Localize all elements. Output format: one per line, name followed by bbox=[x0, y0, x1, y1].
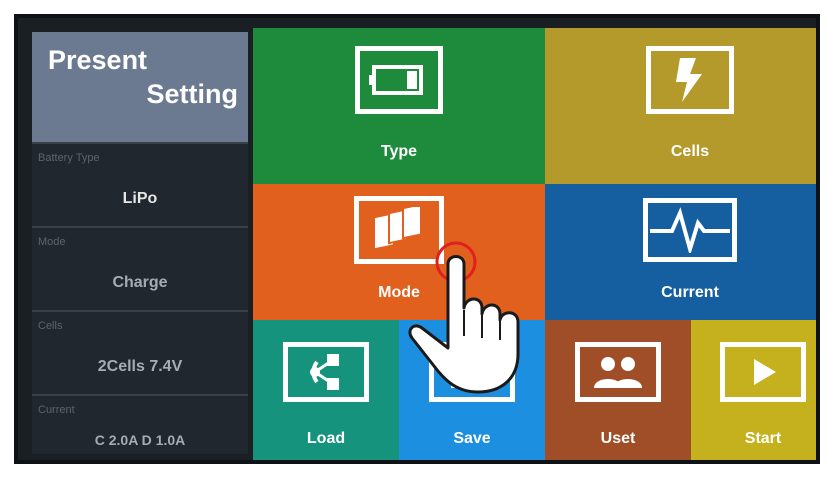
pointing-hand-icon bbox=[408, 241, 520, 394]
uset-tile[interactable]: Uset bbox=[545, 320, 691, 460]
waveform-icon bbox=[643, 198, 737, 262]
play-icon bbox=[720, 342, 806, 402]
battery-type-caption: Battery Type bbox=[38, 152, 100, 164]
mode-caption: Mode bbox=[38, 236, 66, 248]
cells-value: 2Cells 7.4V bbox=[97, 358, 183, 375]
cells-caption: Cells bbox=[38, 320, 63, 332]
current-tile[interactable]: Current bbox=[545, 184, 816, 320]
uset-label: Uset bbox=[600, 430, 636, 447]
battery-icon bbox=[355, 46, 443, 114]
battery-type-value: LiPo bbox=[122, 190, 158, 207]
type-tile[interactable]: Type bbox=[253, 28, 545, 184]
start-label: Start bbox=[744, 430, 782, 447]
share-icon bbox=[283, 342, 369, 402]
battery-type-field: Battery Type LiPo bbox=[32, 142, 248, 226]
mode-field: Mode Charge bbox=[32, 226, 248, 310]
load-label: Load bbox=[306, 430, 346, 447]
type-label: Type bbox=[380, 143, 418, 160]
current-value: C 2.0A D 1.0A bbox=[94, 432, 186, 448]
load-tile[interactable]: Load bbox=[253, 320, 399, 460]
start-tile[interactable]: Start bbox=[691, 320, 816, 460]
panel-title-line2: Setting bbox=[146, 79, 239, 109]
current-label: Current bbox=[661, 284, 719, 301]
cells-label: Cells bbox=[670, 143, 710, 160]
current-field: Current C 2.0A D 1.0A bbox=[32, 394, 248, 454]
panel-title-line1: Present bbox=[48, 45, 148, 75]
users-icon bbox=[575, 342, 661, 402]
mode-value: Charge bbox=[112, 274, 168, 291]
current-caption: Current bbox=[38, 404, 75, 416]
cells-field: Cells 2Cells 7.4V bbox=[32, 310, 248, 394]
lightning-icon bbox=[646, 46, 734, 114]
present-setting-header: Present Setting bbox=[32, 32, 248, 142]
save-label: Save bbox=[453, 430, 491, 447]
cells-tile[interactable]: Cells bbox=[545, 28, 816, 184]
charger-screen: Present Setting Battery Type LiPo Mode C… bbox=[14, 14, 820, 464]
